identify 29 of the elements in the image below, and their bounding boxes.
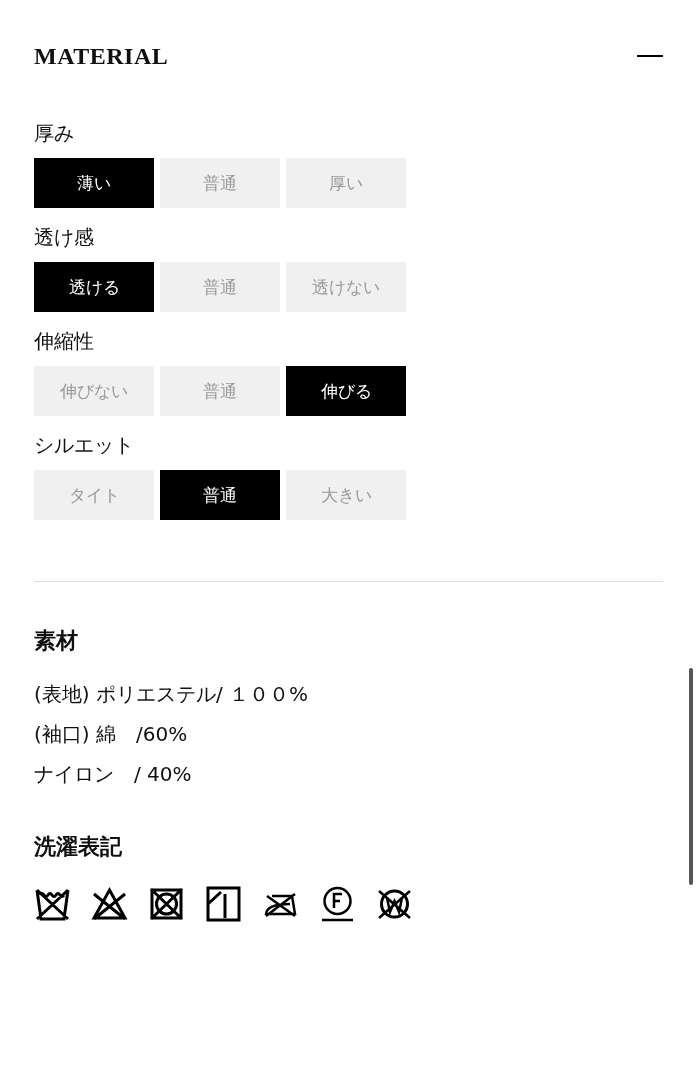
- collapse-icon[interactable]: [637, 54, 663, 58]
- rating-option[interactable]: 厚い: [286, 158, 406, 208]
- rating-label: シルエット: [34, 432, 135, 458]
- material-line: ナイロン / 40%: [34, 761, 193, 788]
- rating-option[interactable]: 薄い: [34, 158, 154, 208]
- line-dry-icon: [205, 886, 242, 922]
- rating-option[interactable]: 普通: [160, 158, 280, 208]
- care-heading: 洗濯表記: [34, 833, 123, 861]
- scrollbar[interactable]: [689, 668, 693, 885]
- rating-option[interactable]: 透けない: [286, 262, 406, 312]
- material-heading: 素材: [34, 627, 79, 655]
- section-title: MATERIAL: [34, 42, 169, 70]
- dry-clean-icon: [319, 886, 356, 922]
- rating-label: 伸縮性: [34, 328, 95, 354]
- material-line: (表地) ポリエステル/ １００%: [34, 681, 310, 708]
- rating-option[interactable]: 透ける: [34, 262, 154, 312]
- no-bleach-icon: [91, 886, 128, 922]
- rating-option[interactable]: 普通: [160, 366, 280, 416]
- no-tumble-dry-icon: [148, 886, 185, 922]
- rating-option[interactable]: 大きい: [286, 470, 406, 520]
- rating-option[interactable]: 伸びない: [34, 366, 154, 416]
- rating-option[interactable]: 普通: [160, 470, 280, 520]
- rating-label: 透け感: [34, 224, 95, 250]
- rating-option[interactable]: タイト: [34, 470, 154, 520]
- rating-option[interactable]: 伸びる: [286, 366, 406, 416]
- material-line: (袖口) 綿 /60%: [34, 721, 189, 748]
- no-wash-icon: [34, 886, 71, 922]
- rating-option[interactable]: 普通: [160, 262, 280, 312]
- rating-label: 厚み: [34, 120, 75, 146]
